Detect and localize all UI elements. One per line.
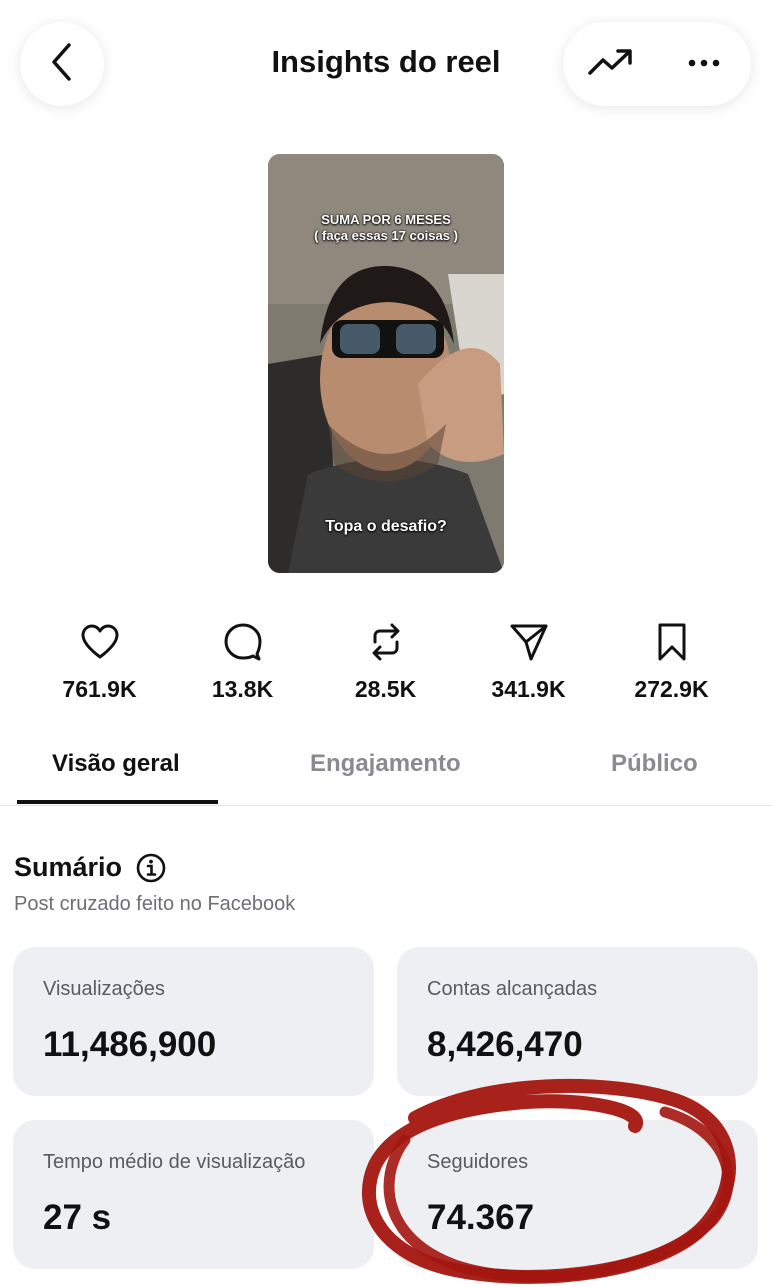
repost-icon: [368, 620, 404, 664]
engagement-stats: 761.9K 13.8K 28.5K 341.9K 272.9K: [28, 620, 744, 703]
top-bar: Insights do reel: [0, 0, 772, 130]
tab-audience[interactable]: Público: [611, 750, 698, 778]
info-icon[interactable]: [136, 853, 166, 883]
summary-subtitle: Post cruzado feito no Facebook: [14, 893, 296, 915]
metric-card-followers[interactable]: Seguidores 74.367: [397, 1120, 758, 1269]
metric-label: Visualizações: [43, 978, 165, 1000]
metric-label: Contas alcançadas: [427, 978, 598, 1000]
comment-icon: [223, 620, 263, 664]
more-horizontal-icon: [687, 55, 721, 73]
back-button[interactable]: [20, 22, 104, 106]
trending-up-icon: [587, 47, 633, 82]
reel-caption-top: SUMA POR 6 MESES ( faça essas 17 coisas …: [268, 212, 504, 244]
page-title: Insights do reel: [271, 44, 501, 79]
metric-value: 11,486,900: [43, 1025, 217, 1064]
bookmark-icon: [656, 620, 688, 664]
reel-caption-line2: ( faça essas 17 coisas ): [314, 228, 458, 243]
stat-saves-value: 272.9K: [634, 676, 709, 702]
tab-overview[interactable]: Visão geral: [52, 750, 180, 778]
metric-label: Tempo médio de visualização: [43, 1151, 306, 1173]
stat-shares[interactable]: 341.9K: [457, 620, 600, 703]
stat-likes[interactable]: 761.9K: [28, 620, 171, 703]
active-tab-indicator: [17, 800, 218, 804]
metric-value: 27 s: [43, 1198, 112, 1237]
stat-comments[interactable]: 13.8K: [171, 620, 314, 703]
metric-card-reach[interactable]: Contas alcançadas 8,426,470: [397, 947, 758, 1096]
stat-reposts[interactable]: 28.5K: [314, 620, 457, 703]
metric-value: 8,426,470: [427, 1025, 583, 1064]
stat-likes-value: 761.9K: [62, 676, 137, 702]
summary-heading: Sumário: [14, 852, 166, 883]
send-icon: [509, 620, 549, 664]
reel-caption-line1: SUMA POR 6 MESES: [321, 212, 451, 227]
metric-label: Seguidores: [427, 1151, 529, 1173]
metric-card-views[interactable]: Visualizações 11,486,900: [13, 947, 374, 1096]
stat-shares-value: 341.9K: [491, 676, 566, 702]
more-button[interactable]: [657, 22, 751, 106]
stat-reposts-value: 28.5K: [354, 676, 417, 702]
summary-title: Sumário: [14, 852, 123, 882]
stat-saves[interactable]: 272.9K: [600, 620, 743, 703]
metric-value: 74.367: [427, 1198, 535, 1237]
stat-comments-value: 13.8K: [211, 676, 274, 702]
reel-caption-bottom: Topa o desafio?: [325, 518, 447, 535]
metric-card-avg-watch-time[interactable]: Tempo médio de visualização 27 s: [13, 1120, 374, 1269]
trend-button[interactable]: [563, 22, 657, 106]
tab-engagement[interactable]: Engajamento: [310, 750, 461, 778]
chevron-left-icon: [47, 42, 77, 87]
insights-tabs: Visão geral Engajamento Público: [0, 738, 772, 806]
heart-icon: [80, 620, 120, 664]
reel-thumbnail[interactable]: SUMA POR 6 MESES ( faça essas 17 coisas …: [268, 154, 504, 573]
header-actions: [563, 22, 751, 106]
